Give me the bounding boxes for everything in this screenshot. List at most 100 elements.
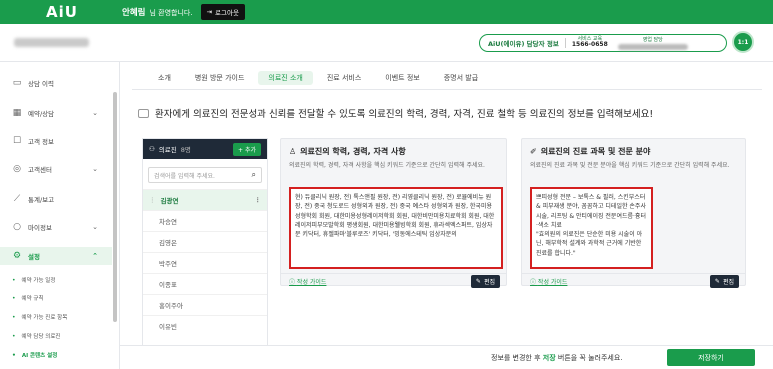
writing-guide-link[interactable]: ⓘ 작성 가이드 xyxy=(289,277,326,286)
greeting-text: 님 환영합니다. xyxy=(149,9,193,17)
edit-button[interactable]: ✎ 편집 xyxy=(470,275,500,288)
sidebar-sub-item-doctors[interactable]: 예약 담당 의료진 xyxy=(12,332,61,340)
chevron-down-icon: ⌄ xyxy=(92,109,98,117)
save-reminder-prefix: 정보를 변경한 후 xyxy=(491,354,543,362)
card-description: 의료진의 진료 과목 및 전문 분야을 핵심 키워드 기준으로 간단히 입력해 … xyxy=(530,162,730,169)
more-icon[interactable]: ⋮ xyxy=(255,196,262,204)
writing-guide-label: 작성 가이드 xyxy=(537,279,568,286)
graduation-icon: ♙ xyxy=(289,147,297,156)
sidebar-scrollbar[interactable] xyxy=(113,92,117,322)
logout-icon: ⇥ xyxy=(206,8,213,16)
sidebar-item-settings[interactable]: ⚙ 설정 ⌃ xyxy=(0,247,112,265)
sidebar-item-my-info[interactable]: ○ 마이정보 ⌄ xyxy=(0,218,112,236)
save-bar: 정보를 변경한 후 저장 버튼을 꼭 눌러주세요. 저장하기 xyxy=(120,345,773,369)
manager-contact: 영업 담당 xyxy=(617,36,688,50)
card-title: ♙ 의료진의 학력, 경력, 자격 사항 xyxy=(289,146,406,157)
gear-icon: ⚙ xyxy=(12,251,22,261)
doctor-list-item[interactable]: 김영은 xyxy=(143,231,267,252)
doctor-count: 8명 xyxy=(180,146,191,154)
service-contact: 서비스 교육 1566-0658 xyxy=(571,36,608,49)
sidebar-item-label: 예약/상담 xyxy=(28,110,55,118)
tab-doctors[interactable]: 의료진 소개 xyxy=(258,71,313,85)
top-bar: AiU 안혜림 님 환영합니다. ⇥ 로그아웃 xyxy=(0,0,773,24)
credentials-text[interactable]: 현) 듀클리닉 원장, 전) 톡스앤필 원장, 전) 리영클리닉 원장, 전) … xyxy=(289,187,503,269)
main-content: 소개 병원 방문 가이드 의료진 소개 진료 서비스 이벤트 정보 증명서 발급… xyxy=(120,62,773,348)
sidebar-item-statistics[interactable]: ⟋ 통계/보고 xyxy=(0,190,112,208)
sidebar-item-label: 통계/보고 xyxy=(28,196,55,204)
sidebar: ▭ 상담 이력 ▦ 예약/상담 ⌄ ☐ 고객 정보 ◎ 고객센터 ⌄ ⟋ 통계/보고 ○ 마이정… xyxy=(0,62,120,369)
edit-label: 편집 xyxy=(722,279,734,286)
pencil-icon: ✎ xyxy=(714,278,720,285)
chart-icon: ⟋ xyxy=(13,194,21,204)
sidebar-item-reservation[interactable]: ▦ 예약/상담 ⌄ xyxy=(0,104,112,122)
sidebar-sub-item-ai-content[interactable]: AI 콘텐츠 설정 xyxy=(12,351,57,359)
manager-label: 영업 담당 xyxy=(642,37,663,43)
sidebar-item-customer-info[interactable]: ☐ 고객 정보 xyxy=(0,132,112,150)
app-logo[interactable]: AiU xyxy=(0,3,120,21)
manager-info-blurred xyxy=(617,44,688,50)
headset-icon: ◎ xyxy=(13,164,21,174)
tab-certificates[interactable]: 증명서 발급 xyxy=(434,71,488,85)
aiu-contact-box: AiU(에이유) 담당자 정보 서비스 교육 1566-0658 영업 담당 xyxy=(479,34,727,52)
doctor-list-panel: ⚇ 의료진 8명 + 추가 검색어를 입력해 주세요. ⌕ ⋮ 김광연 ⋮ 차승… xyxy=(142,138,268,348)
sidebar-item-consult-history[interactable]: ▭ 상담 이력 xyxy=(0,74,112,92)
card-footer: ⓘ 작성 가이드 ✎ 편집 xyxy=(281,273,506,288)
sidebar-item-label: 상담 이력 xyxy=(28,80,54,88)
sidebar-sub-item-schedule[interactable]: 예약 가능 일정 xyxy=(12,276,56,284)
card-title-text: 의료진의 학력, 경력, 자격 사항 xyxy=(300,147,406,156)
save-reminder-highlight: 저장 xyxy=(542,354,556,362)
person-circle-icon: ○ xyxy=(13,222,21,232)
tab-services[interactable]: 진료 서비스 xyxy=(317,71,371,85)
writing-guide-label: 작성 가이드 xyxy=(296,279,327,286)
user-name: 안혜림 xyxy=(122,8,146,18)
search-icon[interactable]: ⌕ xyxy=(252,170,256,180)
sidebar-item-label: 설정 xyxy=(28,253,40,261)
chat-icon: ▭ xyxy=(12,78,22,88)
service-phone: 1566-0658 xyxy=(571,41,608,49)
divider xyxy=(564,38,566,48)
doctor-search-input[interactable]: 검색어를 입력해 주세요. ⌕ xyxy=(148,167,262,183)
speech-bubble-icon xyxy=(138,108,149,118)
sidebar-sub-item-treatments[interactable]: 예약 가능 진료 항목 xyxy=(12,313,68,321)
sidebar-sub-item-rules[interactable]: 예약 규칙 xyxy=(12,294,44,302)
calendar-icon: ▦ xyxy=(12,108,22,118)
logout-button[interactable]: ⇥ 로그아웃 xyxy=(200,4,245,20)
doctor-list-item[interactable]: 이유빈 xyxy=(143,315,267,336)
tab-events[interactable]: 이벤트 정보 xyxy=(375,71,429,85)
doctor-list-item[interactable]: 홍이주아 xyxy=(143,294,267,315)
sidebar-item-support[interactable]: ◎ 고객센터 ⌄ xyxy=(0,160,112,178)
save-reminder-suffix: 버튼을 꼭 눌러주세요. xyxy=(555,354,623,362)
drag-handle-icon[interactable]: ⋮ xyxy=(149,196,156,204)
sidebar-item-label: 고객센터 xyxy=(28,166,52,174)
specialty-text[interactable]: 쁘띠성형 전문 – 보톡스 & 필러, 스킨부스터 & 피부재생 분야, 꼼꼼하… xyxy=(530,187,653,269)
chevron-down-icon: ⌄ xyxy=(92,223,98,231)
tab-visit-guide[interactable]: 병원 방문 가이드 xyxy=(185,71,255,85)
aiu-contact-label: AiU(에이유) 담당자 정보 xyxy=(488,40,559,48)
clinic-name-blurred xyxy=(14,38,89,47)
intro-message: 환자에게 의료진의 전문성과 신뢰를 전달할 수 있도록 의료진의 학력, 경력… xyxy=(138,106,653,120)
doctor-list-item[interactable]: 차승연 xyxy=(143,210,267,231)
edit-button[interactable]: ✎ 편집 xyxy=(709,275,739,288)
logout-label: 로그아웃 xyxy=(215,9,239,17)
chevron-up-icon: ⌃ xyxy=(92,252,98,260)
writing-guide-link[interactable]: ⓘ 작성 가이드 xyxy=(530,277,567,286)
add-doctor-button[interactable]: + 추가 xyxy=(233,142,261,156)
greeting: 안혜림 님 환영합니다. xyxy=(122,6,193,18)
pencil-icon: ✎ xyxy=(475,278,481,285)
doctor-list-item[interactable]: ⋮ 김광연 ⋮ xyxy=(143,189,267,210)
save-reminder: 정보를 변경한 후 저장 버튼을 꼭 눌러주세요. xyxy=(491,353,623,363)
save-button[interactable]: 저장하기 xyxy=(667,349,755,366)
intro-text: 환자에게 의료진의 전문성과 신뢰를 전달할 수 있도록 의료진의 학력, 경력… xyxy=(155,109,654,120)
sidebar-item-label: 마이정보 xyxy=(28,224,52,232)
sidebar-item-label: 고객 정보 xyxy=(28,138,54,146)
doctor-list-item[interactable]: 박주연 xyxy=(143,252,267,273)
doctor-list-item[interactable]: 이종표 xyxy=(143,273,267,294)
credentials-card: ♙ 의료진의 학력, 경력, 자격 사항 의료진의 학력, 경력, 자격 사항을… xyxy=(280,138,507,288)
person-icon: ☐ xyxy=(12,136,22,146)
tab-intro[interactable]: 소개 xyxy=(148,71,181,85)
card-title: ✐ 의료진의 진료 과목 및 전문 분야 xyxy=(530,146,650,157)
profile-icon[interactable]: 1:1 xyxy=(732,31,754,53)
card-description: 의료진의 학력, 경력, 자격 사항을 핵심 키워드 기준으로 간단히 입력해 … xyxy=(289,162,485,169)
doctor-list-header: ⚇ 의료진 8명 + 추가 xyxy=(143,139,267,159)
card-footer: ⓘ 작성 가이드 ✎ 편집 xyxy=(522,273,745,288)
